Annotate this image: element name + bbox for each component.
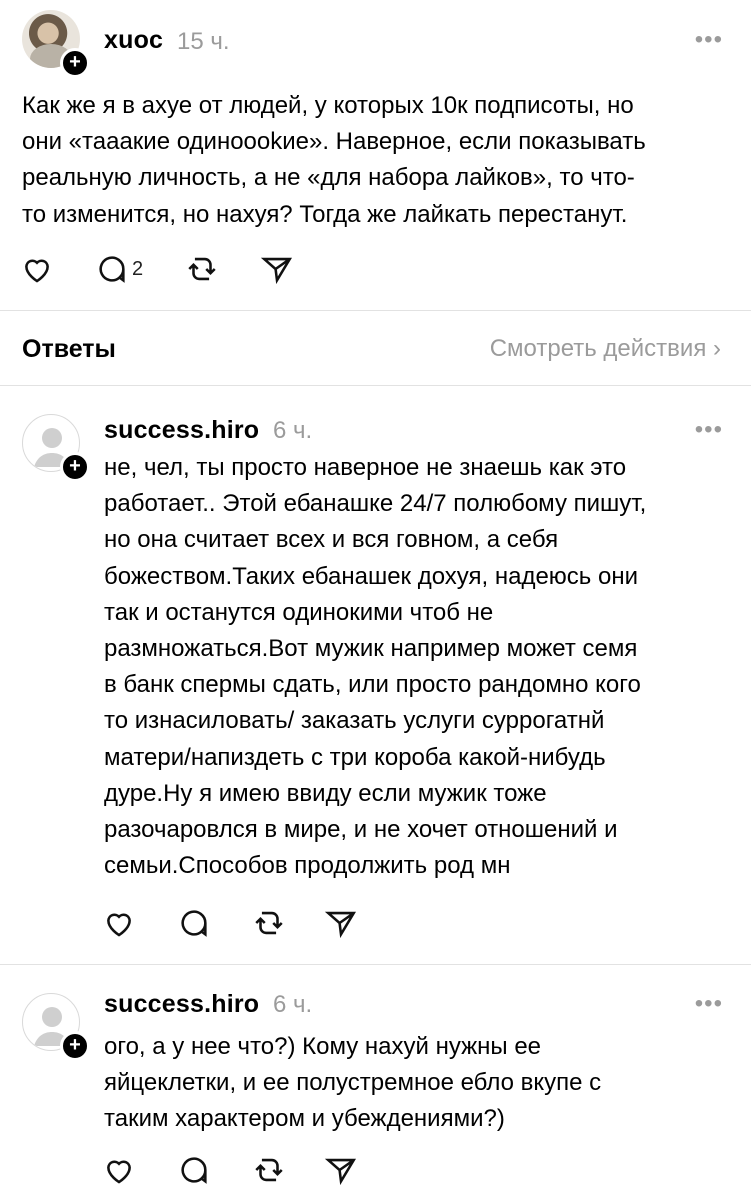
reply-icon[interactable] [177, 1153, 213, 1189]
reply-icon[interactable] [95, 252, 131, 288]
view-actions-link[interactable]: Смотреть действия › [490, 335, 721, 363]
reply-post: + success.hiro 6 ч. ••• не, чел, ты прос… [0, 386, 751, 964]
like-icon[interactable] [102, 906, 138, 942]
follow-plus-icon[interactable]: + [60, 1031, 90, 1061]
follow-plus-icon[interactable]: + [60, 48, 90, 78]
like-icon[interactable] [20, 252, 56, 288]
post-actions: 2 [20, 252, 320, 288]
post-username[interactable]: xuoc [104, 26, 163, 55]
share-icon[interactable] [260, 252, 296, 288]
reply-icon[interactable] [177, 906, 213, 942]
reply-count: 2 [132, 258, 144, 280]
answers-title: Ответы [22, 335, 116, 363]
author-avatar[interactable]: + [22, 10, 90, 78]
main-post: + xuoc 15 ч. ••• Как же я в ахуе от люде… [0, 0, 751, 310]
reply-actions [102, 906, 402, 942]
more-options-icon[interactable]: ••• [695, 26, 723, 54]
reply-avatar[interactable]: + [22, 993, 90, 1061]
reply-post: + success.hiro 6 ч. ••• ого, а у нее что… [0, 965, 751, 1200]
reply-avatar[interactable]: + [22, 414, 90, 482]
repost-icon[interactable] [252, 906, 288, 942]
reply-actions [102, 1153, 402, 1189]
reply-text: ого, а у нее что?) Кому нахуй нужны ее я… [104, 1033, 602, 1133]
reply-username[interactable]: success.hiro [104, 416, 259, 445]
like-icon[interactable] [102, 1153, 138, 1189]
divider [0, 310, 751, 311]
more-options-icon[interactable]: ••• [695, 990, 723, 1018]
share-icon[interactable] [324, 1153, 360, 1189]
follow-plus-icon[interactable]: + [60, 452, 90, 482]
post-time: 15 ч. [177, 28, 230, 55]
more-options-icon[interactable]: ••• [695, 416, 723, 444]
reply-time: 6 ч. [273, 417, 313, 444]
reply-time: 6 ч. [273, 991, 313, 1018]
reply-text: не, чел, ты просто наверное не знаешь ка… [104, 454, 647, 880]
repost-icon[interactable] [185, 252, 221, 288]
post-text: Как же я в ахуе от людей, у которых 10к … [22, 92, 646, 228]
share-icon[interactable] [324, 906, 360, 942]
repost-icon[interactable] [252, 1153, 288, 1189]
reply-username[interactable]: success.hiro [104, 990, 259, 1019]
